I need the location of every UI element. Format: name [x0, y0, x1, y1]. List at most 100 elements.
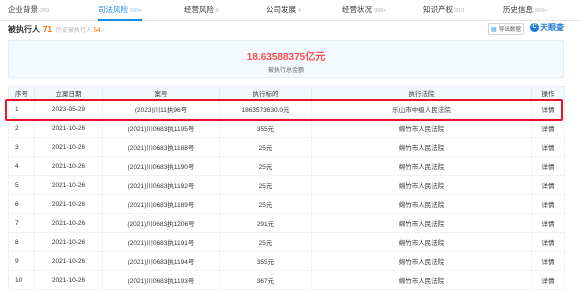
tab-label: 企业背景 — [8, 5, 38, 14]
filing-date: 2021-10-26 — [34, 175, 103, 195]
summary-panel: 18.63588375亿元 被执行总金额 — [8, 40, 564, 78]
table-row: 6 2021-10-26 (2021)川0683执1189号 25元 绵竹市人民… — [8, 194, 565, 214]
history-count: 54 — [93, 28, 101, 34]
filing-date: 2023-05-29 — [34, 99, 103, 119]
row-number: 5 — [8, 175, 35, 195]
row-number: 9 — [8, 251, 35, 271]
court-name: 乐山市中级人民法院 — [311, 99, 532, 119]
enforcement-amount: 355元 — [219, 251, 312, 271]
court-name: 绵竹市人民法院 — [311, 175, 532, 195]
court-name: 绵竹市人民法院 — [311, 118, 532, 138]
tab-enterprise-background[interactable]: 企业背景 269 — [8, 0, 49, 20]
table-row: 1 2023-05-29 (2023)川11执96号 1863573630.0元… — [8, 99, 565, 119]
tianyancha-logo: C 天眼查 — [530, 22, 564, 33]
top-nav: 企业背景 269 司法风险 999+ 经营风险 6 公司发展 4 经营状况 999+ 知识… — [0, 0, 580, 21]
column-header-amount[interactable]: 执行标的 — [219, 86, 312, 100]
tab-count: 6 — [216, 8, 220, 14]
detail-link[interactable]: 详情 — [531, 118, 565, 138]
column-header-case: 案号 — [102, 86, 220, 100]
tab-company-development[interactable]: 公司发展 4 — [266, 0, 301, 20]
row-number: 2 — [8, 118, 35, 138]
tab-count: 319 — [455, 8, 465, 14]
row-number: 8 — [8, 232, 35, 252]
column-header-date[interactable]: 立案日期 — [34, 86, 103, 100]
table-row: 5 2021-10-26 (2021)川0683执1192号 25元 绵竹市人民… — [8, 175, 565, 195]
export-icon: ▤ — [491, 27, 497, 33]
table-row: 7 2021-10-26 (2021)川0683执1206号 291元 绵竹市人… — [8, 213, 565, 233]
row-number: 7 — [8, 213, 35, 233]
detail-link[interactable]: 详情 — [531, 175, 565, 195]
enforcement-amount: 25元 — [219, 156, 312, 176]
filing-date: 2021-10-26 — [34, 118, 103, 138]
section-title-label: 被执行人 — [8, 25, 40, 34]
table-row: 2 2021-10-26 (2021)川0683执1195号 355元 绵竹市人… — [8, 118, 565, 138]
tab-count: 4 — [298, 8, 302, 14]
tab-judicial-risk[interactable]: 司法风险 999+ — [98, 0, 143, 21]
export-label: 导出数据 — [498, 27, 521, 33]
table-row: 3 2021-10-26 (2021)川0683执1188号 25元 绵竹市人民… — [8, 137, 565, 157]
filing-date: 2021-10-26 — [34, 232, 103, 252]
detail-link[interactable]: 详情 — [531, 137, 565, 157]
row-number: 6 — [8, 194, 35, 214]
tab-operating-risk[interactable]: 经营风险 6 — [184, 0, 219, 20]
detail-link[interactable]: 详情 — [531, 213, 565, 233]
export-button[interactable]: ▤ 导出数据 — [488, 23, 524, 35]
tab-label: 司法风险 — [98, 5, 128, 14]
enforcement-table: 序号 立案日期 案号 执行标的 执行法院 操作 1 2023-05-29 (20… — [8, 86, 565, 290]
enforcement-amount: 25元 — [219, 232, 312, 252]
court-name: 绵竹市人民法院 — [311, 213, 532, 233]
court-name: 绵竹市人民法院 — [311, 232, 532, 252]
case-number: (2021)川0683执1194号 — [102, 251, 220, 271]
tab-intellectual-property[interactable]: 知识产权 319 — [423, 0, 464, 20]
filing-date: 2021-10-26 — [34, 213, 103, 233]
detail-link[interactable]: 详情 — [531, 232, 565, 252]
tab-history-info[interactable]: 历史信息 999+ — [503, 0, 547, 20]
tab-count: 999+ — [130, 8, 143, 14]
detail-link[interactable]: 详情 — [531, 194, 565, 214]
row-number: 4 — [8, 156, 35, 176]
tab-operating-status[interactable]: 经营状况 999+ — [342, 0, 386, 20]
tab-label: 历史信息 — [503, 5, 533, 14]
filing-date: 2021-10-26 — [34, 137, 103, 157]
filing-date: 2021-10-26 — [34, 194, 103, 214]
column-header-court: 执行法院 — [311, 86, 532, 100]
court-name: 绵竹市人民法院 — [311, 137, 532, 157]
enforcement-amount: 367元 — [219, 270, 312, 290]
table-row: 9 2021-10-26 (2021)川0683执1194号 355元 绵竹市人… — [8, 251, 565, 271]
case-number: (2023)川11执96号 — [102, 99, 220, 119]
row-number: 1 — [8, 99, 35, 119]
tab-count: 999+ — [374, 8, 387, 14]
case-number: (2021)川0683执1189号 — [102, 194, 220, 214]
row-number: 10 — [8, 270, 35, 290]
chevron-right-icon: › — [102, 28, 105, 34]
filing-date: 2021-10-26 — [34, 156, 103, 176]
section-header: 被执行人 71 历史被执行人 54 › ▤ 导出数据 C 天眼查 — [0, 20, 580, 40]
row-number: 3 — [8, 137, 35, 157]
enforcement-amount: 25元 — [219, 194, 312, 214]
history-link[interactable]: 历史被执行人 54 › — [56, 25, 104, 34]
filing-date: 2021-10-26 — [34, 251, 103, 271]
court-name: 绵竹市人民法院 — [311, 194, 532, 214]
detail-link[interactable]: 详情 — [531, 270, 565, 290]
logo-text: 天眼查 — [540, 23, 564, 32]
table-row: 8 2021-10-26 (2021)川0683执1191号 25元 绵竹市人民… — [8, 232, 565, 252]
case-number: (2021)川0683执1193号 — [102, 270, 220, 290]
total-amount: 18.63588375亿元 — [246, 52, 326, 63]
case-number: (2021)川0683执1192号 — [102, 175, 220, 195]
column-header-action: 操作 — [531, 86, 565, 100]
table-row: 10 2021-10-26 (2021)川0683执1193号 367元 绵竹市… — [8, 270, 565, 290]
total-amount-label: 被执行总金额 — [267, 68, 304, 74]
enforcement-amount: 25元 — [219, 137, 312, 157]
detail-link[interactable]: 详情 — [531, 99, 565, 119]
tab-count: 269 — [40, 8, 50, 14]
table-header-row: 序号 立案日期 案号 执行标的 执行法院 操作 — [8, 86, 565, 100]
detail-link[interactable]: 详情 — [531, 156, 565, 176]
detail-link[interactable]: 详情 — [531, 251, 565, 271]
court-name: 绵竹市人民法院 — [311, 251, 532, 271]
case-number: (2021)川0683执1195号 — [102, 118, 220, 138]
tab-count: 999+ — [535, 8, 548, 14]
history-label: 历史被执行人 — [56, 28, 93, 34]
section-title: 被执行人 71 — [8, 24, 52, 35]
table-row: 4 2021-10-26 (2021)川0683执1190号 25元 绵竹市人民… — [8, 156, 565, 176]
case-number: (2021)川0683执1191号 — [102, 232, 220, 252]
